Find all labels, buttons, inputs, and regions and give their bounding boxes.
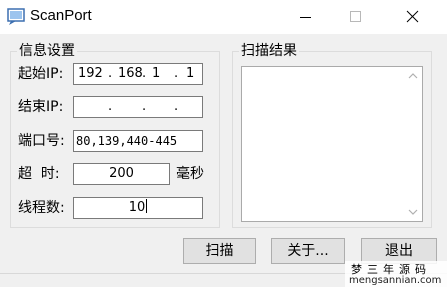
start-ip-octet-4: 1 [186, 66, 195, 81]
port-input[interactable]: 80,139,440-445 [73, 130, 203, 152]
end-ip-label: 结束IP: [18, 99, 64, 115]
start-ip-octet-1: 192 [78, 66, 103, 81]
scan-result-title: 扫描结果 [239, 42, 299, 60]
timeout-input[interactable]: 200 [73, 163, 170, 185]
ip-dot: . [142, 99, 147, 114]
end-ip-input[interactable]: . . . [73, 96, 203, 118]
app-icon [7, 8, 25, 25]
title-bar[interactable]: ScanPort [0, 0, 447, 34]
scroll-up-icon[interactable] [408, 72, 418, 80]
threads-input[interactable]: 10 [73, 197, 203, 219]
ip-dot: . [174, 66, 179, 81]
start-ip-octet-2: 168 [118, 66, 143, 81]
scanport-window: ScanPort 信息设置 起始IP: 192 . 168 . 1 . 1 结束… [0, 0, 447, 287]
close-button[interactable] [390, 0, 436, 34]
start-ip-label: 起始IP: [18, 66, 64, 82]
minimize-button[interactable] [282, 0, 328, 34]
maximize-icon [350, 11, 361, 22]
minimize-icon [300, 17, 311, 18]
start-ip-octet-3: 1 [152, 66, 161, 81]
window-title: ScanPort [30, 7, 92, 24]
port-label: 端口号: [18, 133, 65, 149]
watermark-url: mengsannian.com [349, 275, 442, 286]
timeout-unit-label: 毫秒 [176, 166, 204, 182]
threads-value: 10 [128, 200, 146, 215]
ip-dot: . [174, 99, 179, 114]
text-caret [146, 199, 148, 213]
scan-result-group: 扫描结果 [232, 42, 432, 228]
ip-dot: . [108, 66, 113, 81]
maximize-button[interactable] [333, 0, 379, 34]
start-ip-input[interactable]: 192 . 168 . 1 . 1 [73, 63, 203, 85]
scan-result-list[interactable] [241, 66, 423, 222]
about-button[interactable]: 关于... [271, 238, 345, 264]
ip-dot: . [142, 66, 147, 81]
close-icon [406, 10, 419, 23]
timeout-label: 超 时: [18, 166, 60, 182]
threads-label: 线程数: [18, 200, 65, 216]
ip-dot: . [108, 99, 113, 114]
watermark: 梦三年源码 mengsannian.com [345, 261, 447, 287]
scan-button[interactable]: 扫描 [183, 238, 256, 264]
info-settings-title: 信息设置 [17, 42, 77, 60]
scroll-down-icon[interactable] [408, 208, 418, 216]
